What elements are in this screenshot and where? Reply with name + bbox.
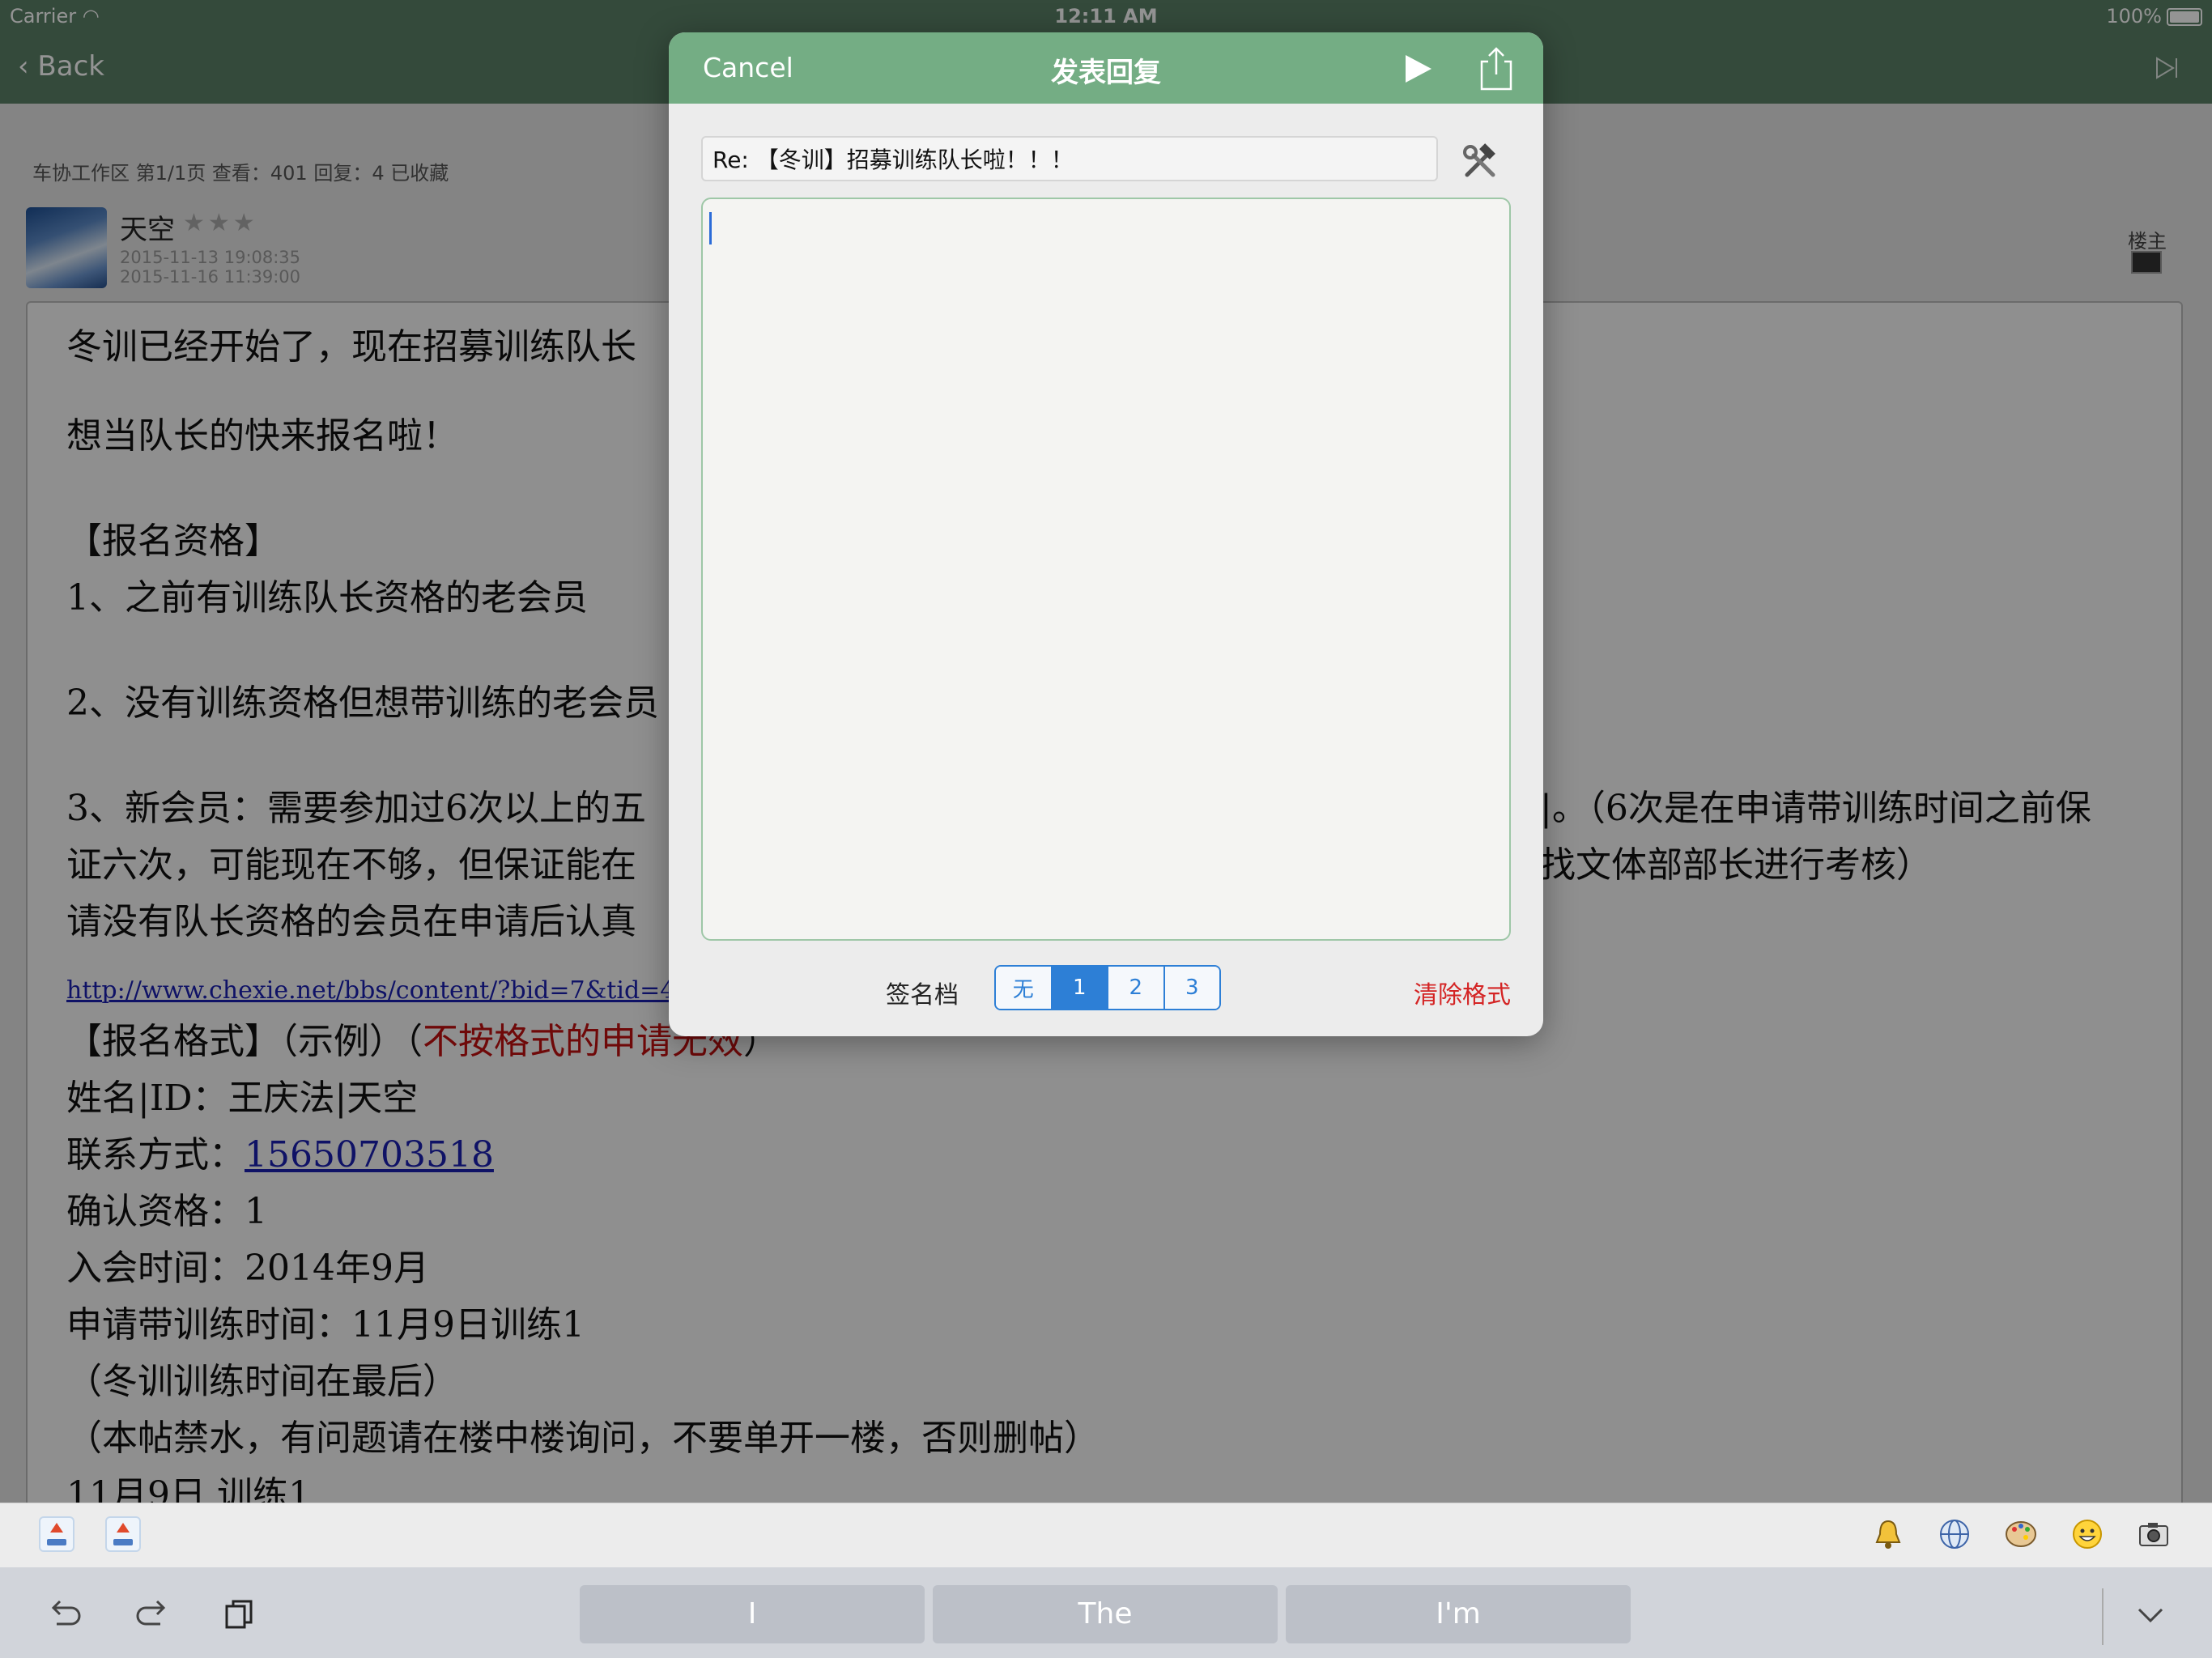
signature-option-3[interactable]: 3 — [1164, 967, 1219, 1009]
signature-option-none[interactable]: 无 — [996, 967, 1053, 1009]
undo-icon[interactable] — [42, 1592, 87, 1637]
autocorrect-suggestion[interactable]: I'm — [1286, 1585, 1631, 1643]
editor-toolbar — [0, 1503, 2212, 1568]
camera-icon[interactable] — [2136, 1516, 2172, 1552]
compose-reply-modal: Cancel 发表回复 签名档 无 1 2 3 清除格式 — [669, 32, 1543, 1036]
divider — [2102, 1588, 2104, 1645]
reply-body-editor[interactable] — [701, 198, 1511, 941]
modal-header: Cancel 发表回复 — [669, 32, 1543, 104]
upload-image-icon[interactable] — [39, 1516, 74, 1552]
signature-label: 签名档 — [886, 981, 959, 1010]
keyboard-shortcut-bar: I The I'm — [0, 1567, 2212, 1658]
bell-icon[interactable] — [1870, 1516, 1906, 1552]
clear-format-button[interactable]: 清除格式 — [1414, 975, 1511, 1010]
share-icon — [1480, 47, 1512, 91]
paste-icon[interactable] — [217, 1592, 262, 1637]
send-button[interactable] — [1397, 49, 1438, 89]
signature-option-2[interactable]: 2 — [1108, 967, 1165, 1009]
share-button[interactable] — [1474, 44, 1519, 92]
tools-button[interactable] — [1461, 142, 1499, 181]
upload-file-icon[interactable] — [105, 1516, 141, 1552]
text-caret — [709, 212, 712, 244]
hammer-wrench-icon — [1463, 143, 1495, 177]
redo-icon[interactable] — [130, 1592, 175, 1637]
smiley-icon[interactable] — [2069, 1516, 2105, 1552]
signature-selector[interactable]: 无 1 2 3 — [994, 965, 1221, 1010]
subject-input[interactable] — [701, 136, 1438, 181]
autocorrect-suggestion[interactable]: I — [580, 1585, 925, 1643]
signature-option-1[interactable]: 1 — [1052, 967, 1108, 1009]
globe-icon[interactable] — [1937, 1516, 1972, 1552]
autocorrect-suggestion[interactable]: The — [933, 1585, 1278, 1643]
palette-icon[interactable] — [2003, 1516, 2039, 1552]
hide-keyboard-icon[interactable] — [2128, 1592, 2173, 1637]
play-icon — [1406, 55, 1431, 83]
